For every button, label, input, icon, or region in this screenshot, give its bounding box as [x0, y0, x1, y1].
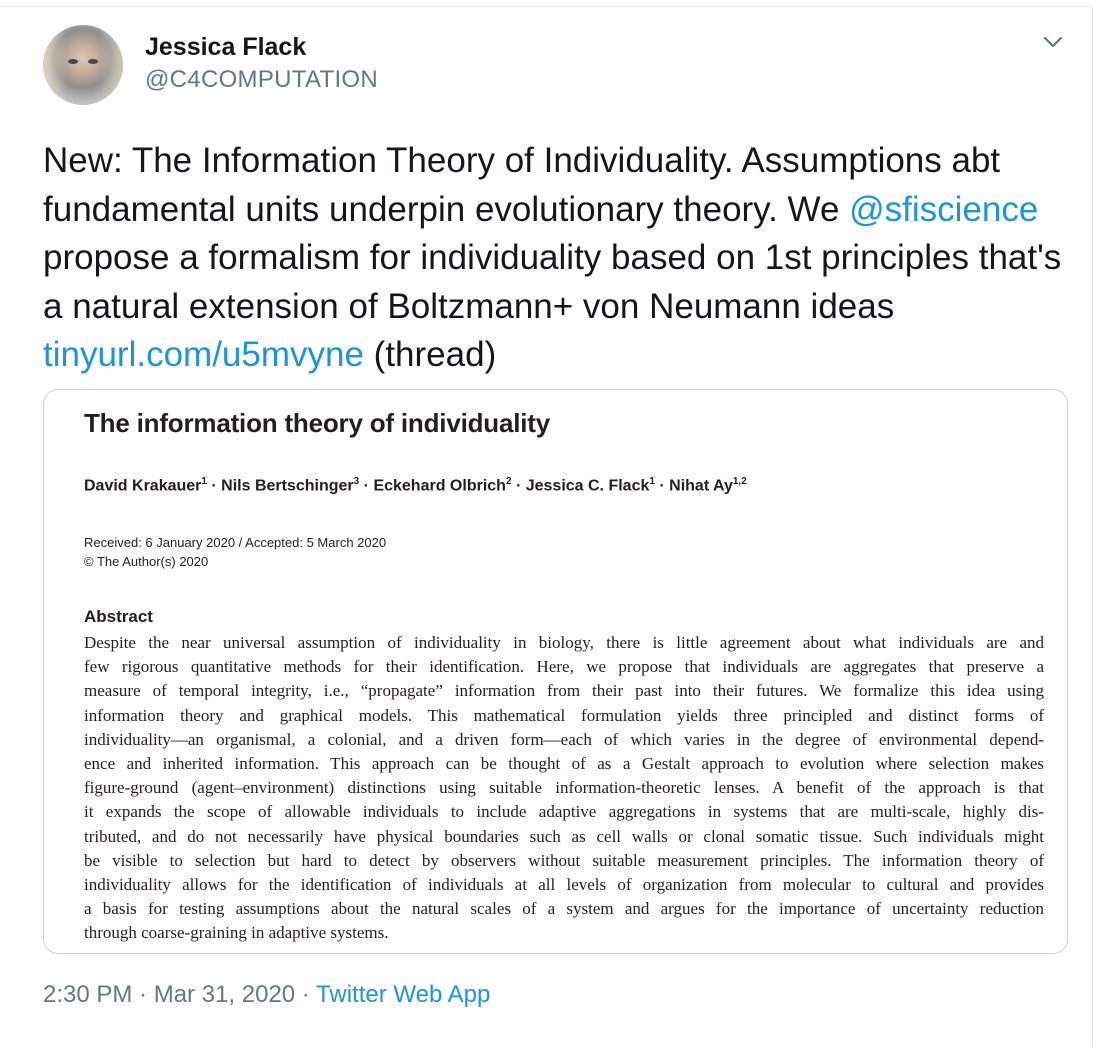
author-sep: ·: [511, 477, 526, 495]
abstract-line: through coarse-graining in adaptive syst…: [84, 923, 389, 943]
paper-title: The information theory of individuality: [84, 408, 550, 438]
avatar-eye-left: [68, 59, 78, 64]
author-sep: ·: [206, 477, 222, 495]
abstract-line: Despite the near universal assumption of…: [84, 633, 1044, 652]
abstract-line: measure of temporal integrity, i.e., “pr…: [84, 681, 1044, 701]
tweet-text: New: The Information Theory of Individua…: [43, 137, 1063, 380]
paper-authors: David Krakauer1 · Nils Bertschinger3 · E…: [84, 476, 747, 495]
mention-link[interactable]: @sfiscience: [849, 190, 1038, 229]
avatar-hair: [43, 25, 123, 105]
tweet-text-part2: propose a formalism for individuality ba…: [43, 238, 1062, 326]
abstract-line: figure-ground (agent–environment) distin…: [84, 778, 1044, 798]
author-name[interactable]: Jessica Flack: [145, 33, 306, 62]
footer-separator: ·: [132, 981, 154, 1008]
footer-separator: ·: [295, 981, 317, 1008]
abstract-line: tributed, and do not necessarily have ph…: [84, 826, 1044, 846]
media-image-card[interactable]: The information theory of individuality …: [43, 389, 1068, 954]
source-app-link[interactable]: Twitter Web App: [316, 981, 490, 1008]
abstract-line: be visible to selection but hard to dete…: [84, 850, 1044, 870]
abstract-line: few rigorous quantitative methods for th…: [84, 657, 1044, 677]
tweet-time[interactable]: 2:30 PM: [43, 981, 132, 1008]
avatar[interactable]: [43, 25, 123, 105]
url-link[interactable]: tinyurl.com/u5mvyne: [43, 335, 364, 374]
tweet-text-part3: (thread): [363, 335, 497, 374]
abstract-line: a basis for testing assumptions about th…: [84, 899, 1044, 919]
author-handle[interactable]: @C4COMPUTATION: [145, 66, 378, 94]
author-4: Jessica C. Flack: [525, 477, 650, 495]
avatar-eye-right: [88, 59, 98, 64]
received-dates: Received: 6 January 2020 / Accepted: 5 M…: [84, 535, 387, 550]
chevron-down-icon[interactable]: [1042, 34, 1064, 50]
abstract-line: information theory and graphical models.…: [84, 705, 1044, 725]
abstract-line: individuality allows for the identificat…: [84, 875, 1044, 895]
tweet-date[interactable]: Mar 31, 2020: [154, 981, 295, 1008]
copyright: © The Author(s) 2020: [84, 554, 209, 569]
author-5-affil: 1,2: [732, 476, 747, 487]
abstract-heading: Abstract: [84, 607, 153, 626]
author-1: David Krakauer: [84, 477, 202, 495]
abstract-line: ence and inherited information. This app…: [84, 754, 1044, 774]
abstract-body: Despite the near universal assumption of…: [84, 631, 1044, 946]
author-5: Nihat Ay: [669, 477, 733, 495]
abstract-line: it expands the scope of allowable indivi…: [84, 802, 1044, 822]
author-sep: ·: [654, 477, 670, 495]
author-3: Eckehard Olbrich: [373, 477, 506, 495]
tweet-footer: 2:30 PM · Mar 31, 2020 · Twitter Web App: [43, 981, 490, 1009]
author-2: Nils Bertschinger: [221, 477, 354, 495]
abstract-line: individuality—an organismal, a colonial,…: [84, 729, 1044, 749]
author-sep: ·: [359, 477, 374, 495]
